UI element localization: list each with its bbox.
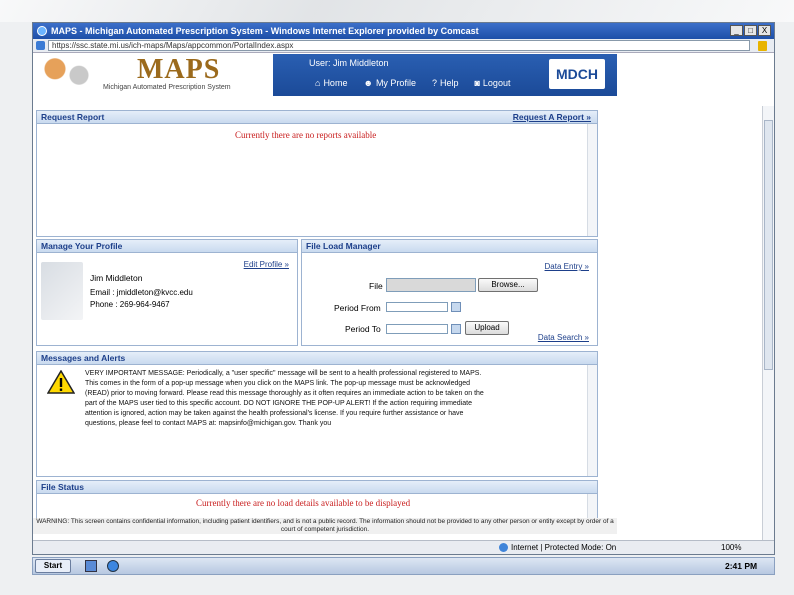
period-to-calendar-icon[interactable]	[451, 324, 461, 334]
minimize-button[interactable]: _	[730, 25, 743, 36]
period-from-calendar-icon[interactable]	[451, 302, 461, 312]
zoom-level[interactable]: 100%	[721, 541, 741, 554]
request-report-title: Request Report	[41, 112, 105, 122]
alert-message: VERY IMPORTANT MESSAGE: Periodically, a …	[85, 370, 484, 427]
current-user: User: Jim Middleton	[309, 58, 389, 68]
nav-help[interactable]: ? Help	[432, 78, 459, 88]
page-icon	[36, 41, 45, 50]
security-zone[interactable]: Internet | Protected Mode: On	[511, 541, 616, 554]
maximize-button[interactable]: □	[744, 25, 757, 36]
home-icon: ⌂	[315, 78, 321, 88]
taskbar: Start 2:41 PM	[32, 557, 775, 575]
period-to-input[interactable]	[386, 324, 448, 334]
file-input[interactable]	[386, 278, 476, 292]
start-button[interactable]: Start	[35, 559, 71, 573]
no-load-details-message: Currently there are no load details avai…	[196, 498, 411, 508]
file-load-title: File Load Manager	[306, 241, 381, 251]
page-scrollbar-thumb[interactable]	[764, 120, 773, 370]
file-status-panel: File Status Currently there are no load …	[36, 480, 598, 520]
app-subtitle: Michigan Automated Prescription System	[103, 84, 231, 91]
alerts-panel: Messages and Alerts VERY IMPORTANT MESSA…	[36, 351, 598, 477]
close-button[interactable]: X	[758, 25, 771, 36]
app-banner: MAPS Michigan Automated Prescription Sys…	[33, 54, 617, 96]
alerts-header: Messages and Alerts	[37, 352, 597, 365]
window-controls: _ □ X	[730, 25, 771, 36]
maps-logo: MAPS	[137, 54, 221, 85]
nav-logout[interactable]: ◙ Logout	[474, 78, 510, 88]
window-titlebar[interactable]: MAPS - Michigan Automated Prescription S…	[33, 23, 774, 39]
pills-image	[37, 56, 97, 88]
data-search-link[interactable]: Data Search »	[538, 333, 589, 342]
people-icon: ☻	[363, 78, 373, 88]
ie-icon	[37, 26, 47, 36]
profile-name: Jim Middleton	[90, 273, 143, 283]
nav-my-profile[interactable]: ☻ My Profile	[363, 78, 416, 88]
upload-button[interactable]: Upload	[465, 321, 509, 335]
nav-logout-label: Logout	[482, 78, 511, 88]
period-to-label: Period To	[345, 324, 381, 334]
help-icon: ?	[431, 78, 437, 88]
alerts-scrollbar[interactable]	[587, 365, 597, 476]
request-report-header: Request Report Request A Report »	[37, 111, 597, 124]
profile-phone: Phone : 269-964-9467	[90, 300, 170, 309]
clock: 2:41 PM	[725, 561, 758, 571]
nav-help-label: Help	[439, 78, 459, 88]
mdch-logo: MDCH	[549, 59, 605, 89]
profile-title: Manage Your Profile	[41, 241, 123, 251]
file-load-panel: File Load Manager Data Entry » File Brow…	[301, 239, 598, 346]
file-status-scrollbar[interactable]	[587, 494, 597, 519]
browser-window: MAPS - Michigan Automated Prescription S…	[32, 22, 775, 555]
request-report-panel: Request Report Request A Report » Curren…	[36, 110, 598, 237]
lock-icon[interactable]	[758, 41, 767, 51]
logout-icon: ◙	[474, 78, 480, 88]
confidentiality-warning: WARNING: This screen contains confidenti…	[33, 518, 617, 534]
request-report-scrollbar[interactable]	[587, 124, 597, 236]
page-scrollbar[interactable]	[762, 106, 774, 542]
browse-button[interactable]: Browse...	[478, 278, 538, 292]
alerts-title: Messages and Alerts	[41, 353, 126, 363]
globe-icon	[499, 543, 508, 552]
nav-profile-label: My Profile	[375, 78, 416, 88]
profile-header: Manage Your Profile	[37, 240, 297, 253]
top-navbar: User: Jim Middleton ⌂ Home ☻ My Profile ? H…	[273, 54, 617, 96]
period-from-label: Period From	[334, 303, 381, 313]
background-decoration	[0, 0, 794, 22]
ie-taskbar-icon[interactable]	[107, 560, 119, 572]
status-bar: Internet | Protected Mode: On 100%	[33, 540, 774, 554]
url-field[interactable]: https://ssc.state.mi.us/ich-maps/Maps/ap…	[48, 40, 750, 51]
file-status-title: File Status	[41, 482, 84, 492]
start-label: Start	[43, 561, 63, 570]
file-label: File	[369, 281, 383, 291]
edit-profile-link[interactable]: Edit Profile »	[244, 260, 289, 269]
profile-panel: Manage Your Profile Edit Profile » Jim M…	[36, 239, 298, 346]
file-status-header: File Status	[37, 481, 597, 494]
period-from-input[interactable]	[386, 302, 448, 312]
no-reports-message: Currently there are no reports available	[235, 130, 377, 140]
nav-home[interactable]: ⌂ Home	[315, 78, 347, 88]
profile-image	[41, 262, 83, 320]
address-bar: https://ssc.state.mi.us/ich-maps/Maps/ap…	[33, 39, 774, 53]
nav-home-label: Home	[323, 78, 348, 88]
profile-email: Email : jmiddleton@kvcc.edu	[90, 288, 193, 297]
desktop-icon[interactable]	[85, 560, 97, 572]
request-report-link[interactable]: Request A Report »	[513, 111, 591, 123]
window-title: MAPS - Michigan Automated Prescription S…	[51, 26, 479, 36]
warning-icon	[47, 370, 75, 394]
data-entry-link[interactable]: Data Entry »	[545, 262, 589, 271]
file-load-header: File Load Manager	[302, 240, 597, 253]
